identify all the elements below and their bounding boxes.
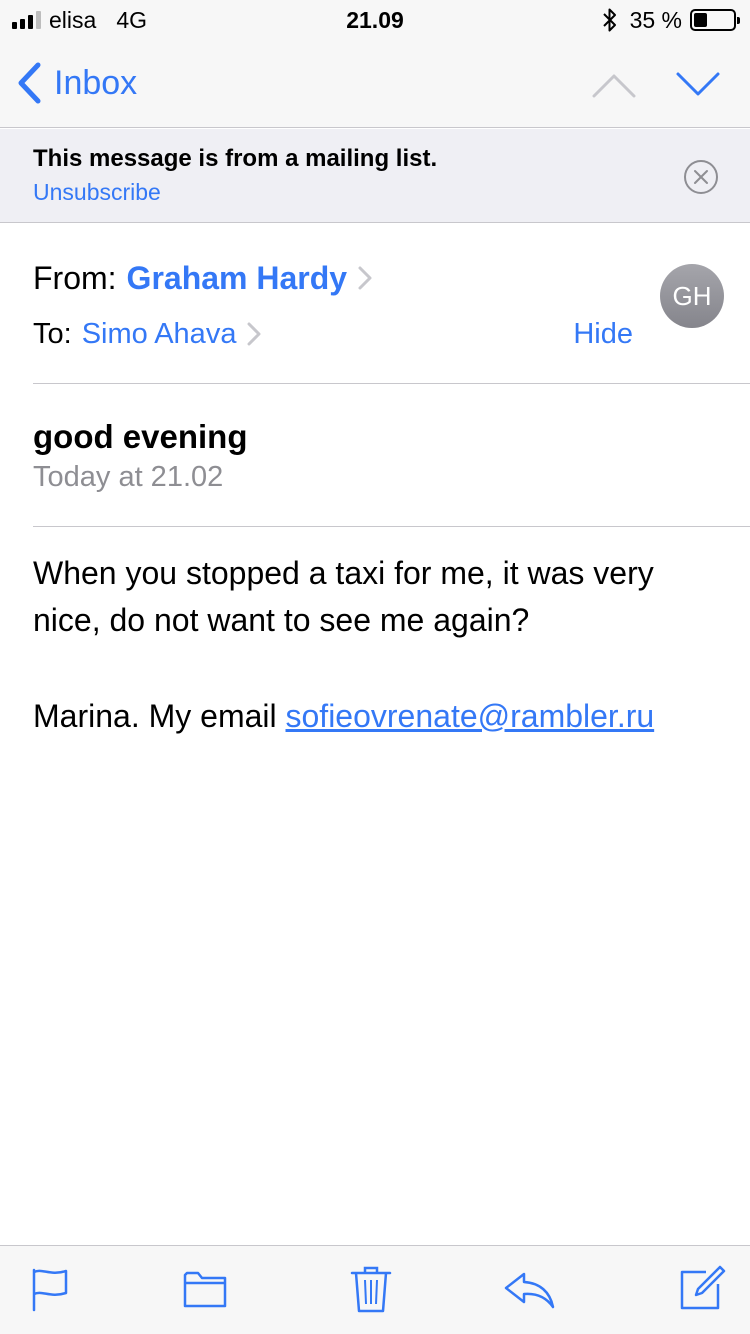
bluetooth-icon	[602, 8, 616, 32]
avatar: GH	[660, 264, 724, 328]
next-message-icon[interactable]	[674, 66, 722, 102]
to-row: To: Simo Ahava	[33, 316, 262, 352]
trash-icon[interactable]	[350, 1264, 392, 1314]
close-icon[interactable]	[683, 159, 719, 195]
from-label: From:	[33, 259, 117, 296]
flag-icon[interactable]	[30, 1266, 70, 1314]
battery-fill	[694, 13, 708, 27]
status-right: 35 %	[602, 6, 740, 34]
to-label: To:	[33, 317, 72, 350]
previous-message-icon[interactable]	[590, 66, 638, 102]
banner-title: This message is from a mailing list.	[33, 145, 438, 172]
signature-text: Marina. My email	[33, 698, 286, 734]
status-bar: elisa 4G 21.09 35 %	[0, 0, 750, 40]
back-label: Inbox	[54, 63, 138, 102]
chevron-left-icon	[18, 62, 41, 104]
folder-icon[interactable]	[182, 1266, 228, 1310]
sender-name[interactable]: Graham Hardy	[127, 260, 348, 297]
mailing-list-banner: This message is from a mailing list. Uns…	[0, 129, 750, 223]
unsubscribe-link[interactable]: Unsubscribe	[33, 179, 161, 206]
chevron-right-icon	[358, 266, 372, 290]
message-signature: Marina. My email sofieovrenate@rambler.r…	[33, 693, 654, 740]
nav-bar: Inbox	[0, 40, 750, 128]
divider	[33, 526, 750, 527]
message-date: Today at 21.02	[33, 461, 224, 493]
battery-icon	[690, 9, 740, 31]
hide-details-button[interactable]: Hide	[573, 316, 633, 352]
battery-percent: 35 %	[629, 6, 682, 33]
back-button[interactable]: Inbox	[16, 62, 137, 104]
message-body: When you stopped a taxi for me, it was v…	[33, 555, 654, 638]
from-row: From: Graham Hardy	[33, 258, 373, 298]
divider	[33, 383, 750, 384]
compose-icon[interactable]	[678, 1264, 726, 1312]
recipient-name[interactable]: Simo Ahava	[82, 318, 237, 351]
message-subject: good evening	[33, 418, 248, 455]
chevron-right-icon	[247, 322, 261, 346]
reply-icon[interactable]	[502, 1270, 556, 1310]
email-link[interactable]: sofieovrenate@rambler.ru	[286, 698, 655, 734]
bottom-toolbar	[0, 1245, 750, 1334]
